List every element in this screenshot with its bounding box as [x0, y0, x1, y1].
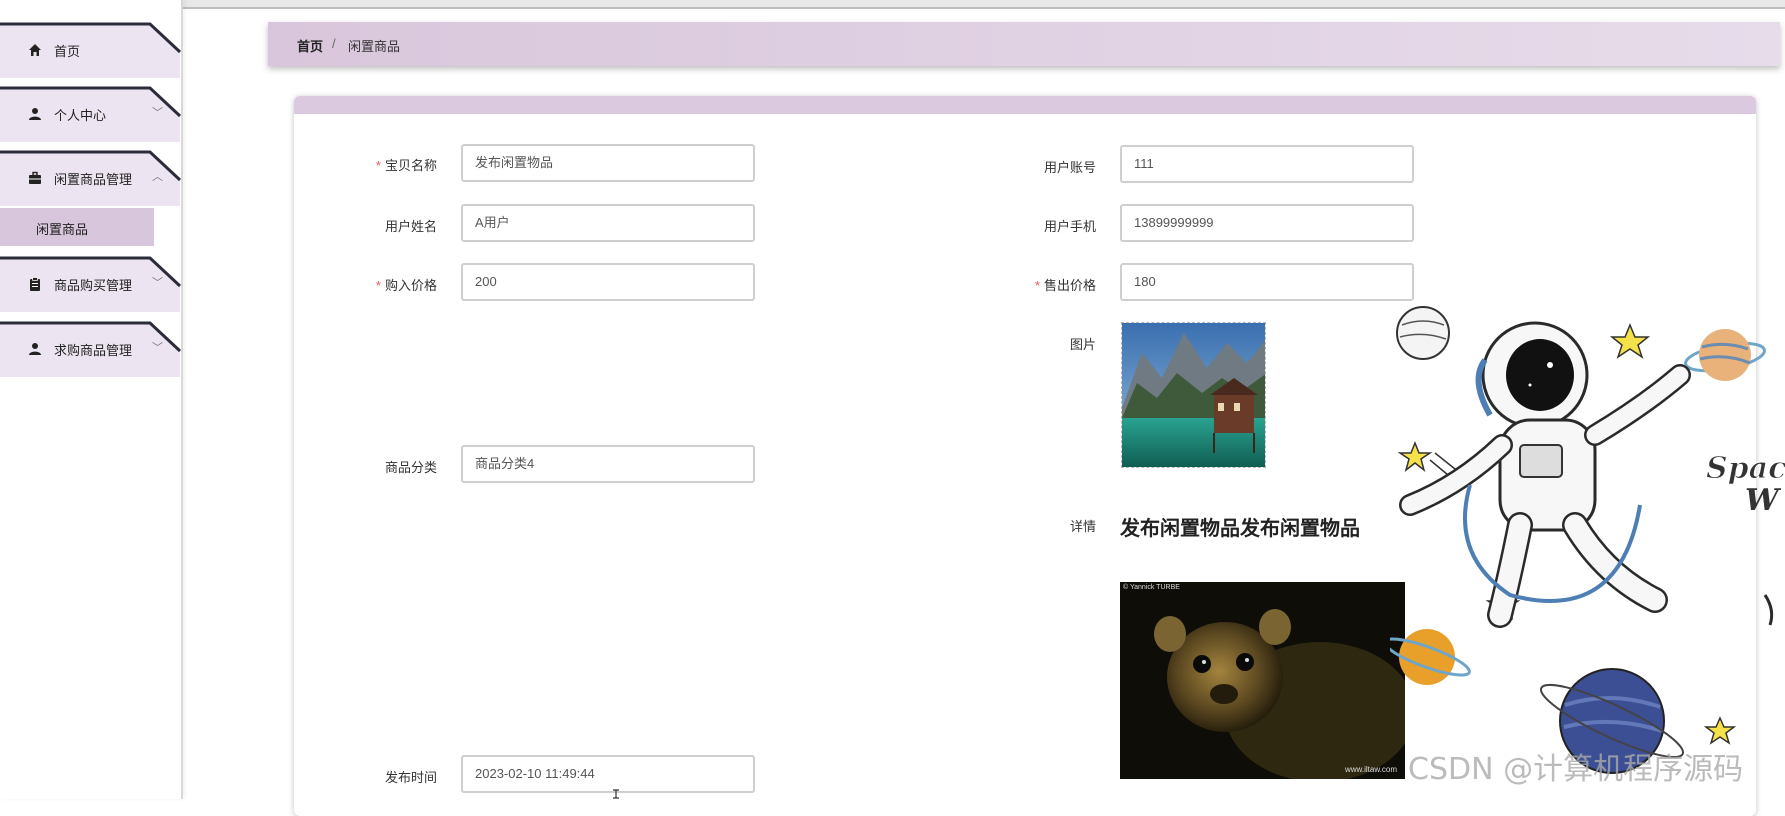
phone-label: 用户手机 — [1043, 219, 1096, 234]
detail-image: © Yannick TURBE www.iltaw.com — [1120, 582, 1405, 779]
buy-price-label: * 购入价格 — [317, 275, 437, 294]
chevron-down-icon: ﹀ — [152, 107, 163, 119]
sell-price-label: * 售出价格 — [976, 275, 1096, 294]
sidebar: 首页 个人中心 ﹀ 闲置商品管理 ︿ 闲置商品 商品购买管理 ﹀ 求购商品管理 … — [0, 0, 183, 799]
name-label: * 宝贝名称 — [317, 155, 437, 174]
watermark: CSDN @计算机程序源码 — [1408, 752, 1744, 787]
text-cursor-icon — [613, 789, 619, 799]
user-icon — [27, 106, 43, 122]
sidebar-subitem-label: 闲置商品 — [36, 222, 89, 237]
sidebar-item-idle-goods[interactable]: 闲置商品管理 ︿ — [0, 150, 182, 206]
breadcrumb-home[interactable]: 首页 — [297, 36, 323, 55]
photo-credit: © Yannick TURBE — [1123, 584, 1180, 591]
required-mark: * — [375, 158, 381, 173]
detail-label: 详情 — [1069, 519, 1096, 534]
sidebar-item-home[interactable]: 首页 — [0, 22, 182, 78]
lake-mountain-image — [1122, 323, 1265, 467]
account-label: 用户账号 — [1043, 160, 1096, 175]
required-mark: * — [375, 278, 381, 293]
sidebar-item-purchase[interactable]: 商品购买管理 ﹀ — [0, 256, 182, 312]
astronaut-illustration: Space W — [1383, 306, 1785, 774]
briefcase-icon — [27, 170, 43, 186]
publish-time-input[interactable]: 2023-02-10 11:49:44 — [461, 755, 755, 793]
buy-price-input[interactable]: 200 — [461, 263, 755, 301]
product-image[interactable] — [1121, 322, 1266, 468]
home-icon — [27, 42, 43, 58]
space-text: Space — [1706, 451, 1785, 486]
space-text-2: W — [1745, 483, 1782, 518]
kinkajou-image — [1120, 582, 1405, 779]
category-select[interactable]: 商品分类4 — [461, 445, 755, 483]
sidebar-item-label: 首页 — [54, 44, 81, 59]
username-label: 用户姓名 — [384, 219, 437, 234]
panel-header-bar — [294, 96, 1756, 114]
astronaut-decoration: Space W — [1383, 295, 1785, 799]
phone-input[interactable]: 13899999999 — [1120, 204, 1414, 242]
clipboard-icon — [27, 276, 43, 292]
name-label-text: 宝贝名称 — [384, 158, 437, 173]
sidebar-item-label: 个人中心 — [54, 108, 107, 123]
chevron-down-icon: ﹀ — [152, 342, 163, 354]
sell-price-input[interactable]: 180 — [1120, 263, 1414, 301]
name-input[interactable]: 发布闲置物品 — [461, 144, 755, 182]
sidebar-item-label: 闲置商品管理 — [54, 172, 133, 187]
required-mark: * — [1034, 278, 1040, 293]
buy-price-label-text: 购入价格 — [384, 278, 437, 293]
image-label: 图片 — [1069, 337, 1096, 352]
category-label: 商品分类 — [384, 460, 437, 475]
account-input[interactable]: 111 — [1120, 145, 1414, 183]
sidebar-item-label: 商品购买管理 — [54, 278, 133, 293]
detail-title: 发布闲置物品发布闲置物品 — [1120, 518, 1360, 540]
sidebar-item-wanted[interactable]: 求购商品管理 ﹀ — [0, 321, 182, 377]
sidebar-item-profile[interactable]: 个人中心 ﹀ — [0, 86, 182, 142]
user-icon — [27, 341, 43, 357]
chevron-up-icon: ︿ — [152, 171, 163, 183]
username-input[interactable]: A用户 — [461, 204, 755, 242]
sell-price-label-text: 售出价格 — [1043, 278, 1096, 293]
breadcrumb-current: 闲置商品 — [348, 39, 401, 54]
sidebar-subitem-idle-goods[interactable]: 闲置商品 — [0, 208, 154, 246]
sidebar-item-label: 求购商品管理 — [54, 343, 133, 358]
breadcrumb: 首页 / 闲置商品 — [268, 22, 1780, 66]
chevron-down-icon: ﹀ — [152, 277, 163, 289]
top-bar — [183, 0, 1785, 9]
publish-time-label: 发布时间 — [384, 770, 437, 785]
breadcrumb-separator: / — [332, 36, 336, 51]
